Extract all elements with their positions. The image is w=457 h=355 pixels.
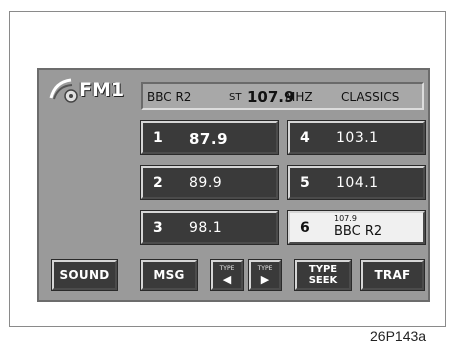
preset-button-6-selected[interactable]: 6 107.9 BBC R2: [287, 210, 426, 245]
figure-code: 26P143a: [370, 328, 427, 344]
stereo-indicator: ST: [229, 92, 242, 103]
preset-small-frequency: 107.9: [334, 214, 357, 223]
msg-label: MSG: [153, 268, 185, 282]
preset-station-name: BBC R2: [334, 224, 383, 239]
type-seek-label-line1: TYPE: [308, 264, 338, 275]
traf-label: TRAF: [374, 268, 411, 282]
preset-frequency: 103.1: [336, 130, 379, 146]
preset-number: 5: [300, 175, 310, 191]
preset-button-2[interactable]: 2 89.9: [140, 165, 279, 200]
preset-button-5[interactable]: 5 104.1: [287, 165, 426, 200]
triangle-left-icon: ◀: [222, 273, 232, 286]
preset-number: 6: [300, 220, 310, 236]
radio-screen: FM1 BBC R2 ST 107.9 MHZ CLASSICS 1 87.9 …: [37, 68, 430, 302]
type-seek-label-line2: SEEK: [308, 275, 338, 286]
preset-number: 4: [300, 130, 310, 146]
preset-button-3[interactable]: 3 98.1: [140, 210, 279, 245]
preset-frequency: 89.9: [189, 175, 223, 191]
preset-frequency: 98.1: [189, 220, 223, 236]
type-next-button[interactable]: TYPE ▶: [248, 259, 282, 291]
preset-button-1[interactable]: 1 87.9: [140, 120, 279, 155]
preset-frequency: 104.1: [336, 175, 379, 191]
sound-label: SOUND: [59, 268, 110, 282]
triangle-right-icon: ▶: [260, 273, 270, 286]
type-next-label: TYPE: [257, 265, 273, 272]
preset-number: 3: [153, 220, 163, 236]
type-seek-button[interactable]: TYPE SEEK: [294, 259, 352, 291]
preset-button-4[interactable]: 4 103.1: [287, 120, 426, 155]
preset-frequency: 87.9: [189, 130, 229, 148]
program-type: CLASSICS: [341, 90, 400, 104]
station-name: BBC R2: [147, 90, 192, 104]
type-prev-button[interactable]: TYPE ◀: [210, 259, 244, 291]
msg-button[interactable]: MSG: [140, 259, 198, 291]
band-label: FM1: [79, 79, 125, 101]
preset-number: 2: [153, 175, 163, 191]
sound-button[interactable]: SOUND: [51, 259, 118, 291]
station-display: BBC R2 ST 107.9 MHZ CLASSICS: [141, 82, 424, 110]
radio-antenna-icon: [45, 76, 79, 104]
type-prev-label: TYPE: [219, 265, 235, 272]
preset-number: 1: [153, 130, 163, 146]
frequency-unit: MHZ: [285, 90, 313, 104]
traf-button[interactable]: TRAF: [360, 259, 425, 291]
